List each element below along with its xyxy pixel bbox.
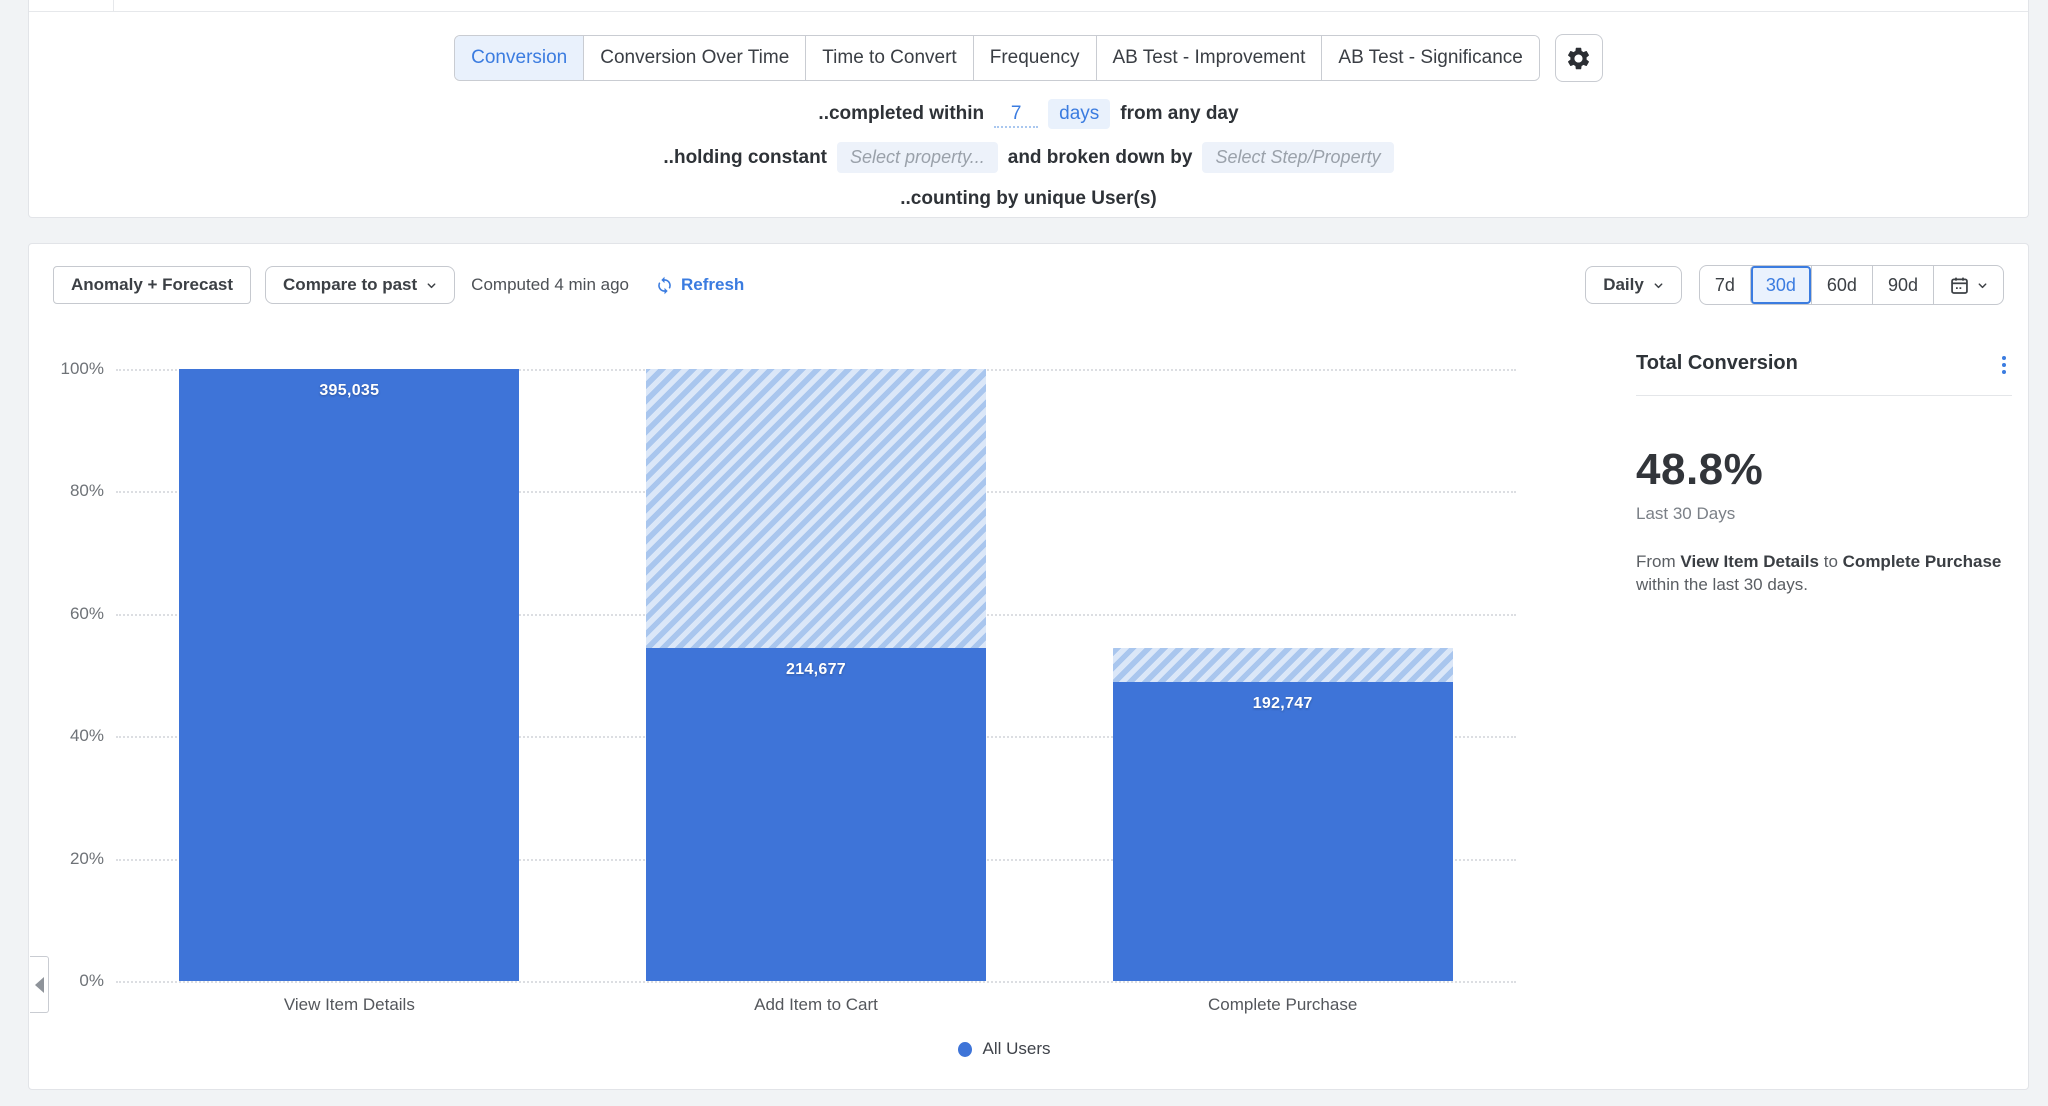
from-any-day-label: from any day xyxy=(1120,103,1238,125)
desc-prefix: From xyxy=(1636,552,1676,571)
conversion-window-input[interactable]: 7 xyxy=(994,101,1038,128)
bar-value-label: 192,747 xyxy=(1113,695,1453,713)
legend-item-all-users[interactable]: All Users xyxy=(958,1039,1050,1059)
y-axis-label: 60% xyxy=(70,604,104,624)
desc-to-step: Complete Purchase xyxy=(1843,552,2002,571)
conversion-window-row: ..completed within 7 days from any day xyxy=(29,99,2028,129)
funnel-dropoff-segment[interactable] xyxy=(1113,648,1453,682)
funnel-dropoff-segment[interactable] xyxy=(646,369,986,648)
holding-constant-row: ..holding constant Select property... an… xyxy=(29,142,2028,173)
desc-mid: to xyxy=(1824,552,1838,571)
x-axis-label: Complete Purchase xyxy=(1208,995,1357,1015)
view-tabs: ConversionConversion Over TimeTime to Co… xyxy=(454,35,1540,81)
total-conversion-period: Last 30 Days xyxy=(1636,504,2012,524)
y-axis-label: 80% xyxy=(70,481,104,501)
y-axis-label: 100% xyxy=(61,359,104,379)
tab-ab-test-improvement[interactable]: AB Test - Improvement xyxy=(1096,36,1322,80)
total-conversion-description: From View Item Details to Complete Purch… xyxy=(1636,550,2008,596)
x-axis-label: Add Item to Cart xyxy=(754,995,878,1015)
counting-by-row: ..counting by unique User(s) xyxy=(29,188,2028,210)
legend-label: All Users xyxy=(982,1039,1050,1059)
holding-constant-label: ..holding constant xyxy=(663,147,827,169)
tab-conversion[interactable]: Conversion xyxy=(455,36,583,80)
tab-ab-test-significance[interactable]: AB Test - Significance xyxy=(1321,36,1538,80)
bar-value-label: 214,677 xyxy=(646,661,986,679)
counting-by-label: ..counting by unique User(s) xyxy=(900,188,1157,210)
view-tabs-row: ConversionConversion Over TimeTime to Co… xyxy=(29,34,2028,82)
gear-icon xyxy=(1565,45,1592,72)
legend-dot-icon xyxy=(958,1042,972,1057)
funnel-bar-view-item-details[interactable] xyxy=(179,369,519,981)
tab-time-to-convert[interactable]: Time to Convert xyxy=(805,36,972,80)
funnel-bar-complete-purchase[interactable] xyxy=(1113,682,1453,981)
query-card-top-edge xyxy=(29,0,2028,12)
chart-legend: All Users xyxy=(29,1039,1980,1059)
holding-constant-property-select[interactable]: Select property... xyxy=(837,142,998,173)
x-axis-label: View Item Details xyxy=(284,995,415,1015)
collapse-panel-handle[interactable] xyxy=(30,956,49,1013)
conversion-window-unit-select[interactable]: days xyxy=(1048,99,1110,129)
query-builder-card: ConversionConversion Over TimeTime to Co… xyxy=(28,0,2029,218)
desc-suffix: within the last 30 days. xyxy=(1636,575,1808,594)
funnel-bar-add-item-to-cart[interactable] xyxy=(646,648,986,981)
bar-value-label: 395,035 xyxy=(179,382,519,400)
kebab-menu-icon[interactable] xyxy=(1996,352,2012,378)
summary-divider xyxy=(1636,395,2012,396)
tab-conversion-over-time[interactable]: Conversion Over Time xyxy=(583,36,805,80)
y-axis-label: 0% xyxy=(79,971,104,991)
chart-settings-button[interactable] xyxy=(1555,34,1603,82)
tab-frequency[interactable]: Frequency xyxy=(973,36,1096,80)
breakdown-property-select[interactable]: Select Step/Property xyxy=(1202,142,1393,173)
total-conversion-value: 48.8% xyxy=(1636,445,2012,495)
summary-title: Total Conversion xyxy=(1636,352,1798,375)
plot-area: 395,035View Item Details214,677Add Item … xyxy=(116,369,1516,981)
y-axis-label: 20% xyxy=(70,849,104,869)
completed-within-label: ..completed within xyxy=(818,103,984,125)
desc-from-step: View Item Details xyxy=(1680,552,1819,571)
total-conversion-panel: Total Conversion 48.8% Last 30 Days From… xyxy=(1636,352,2012,596)
peek-column-divider xyxy=(113,0,114,12)
triangle-left-icon xyxy=(35,977,44,993)
broken-down-by-label: and broken down by xyxy=(1008,147,1193,169)
gridline xyxy=(116,981,1516,983)
y-axis-label: 40% xyxy=(70,726,104,746)
chart-card: Anomaly + Forecast Compare to past Compu… xyxy=(28,243,2029,1090)
